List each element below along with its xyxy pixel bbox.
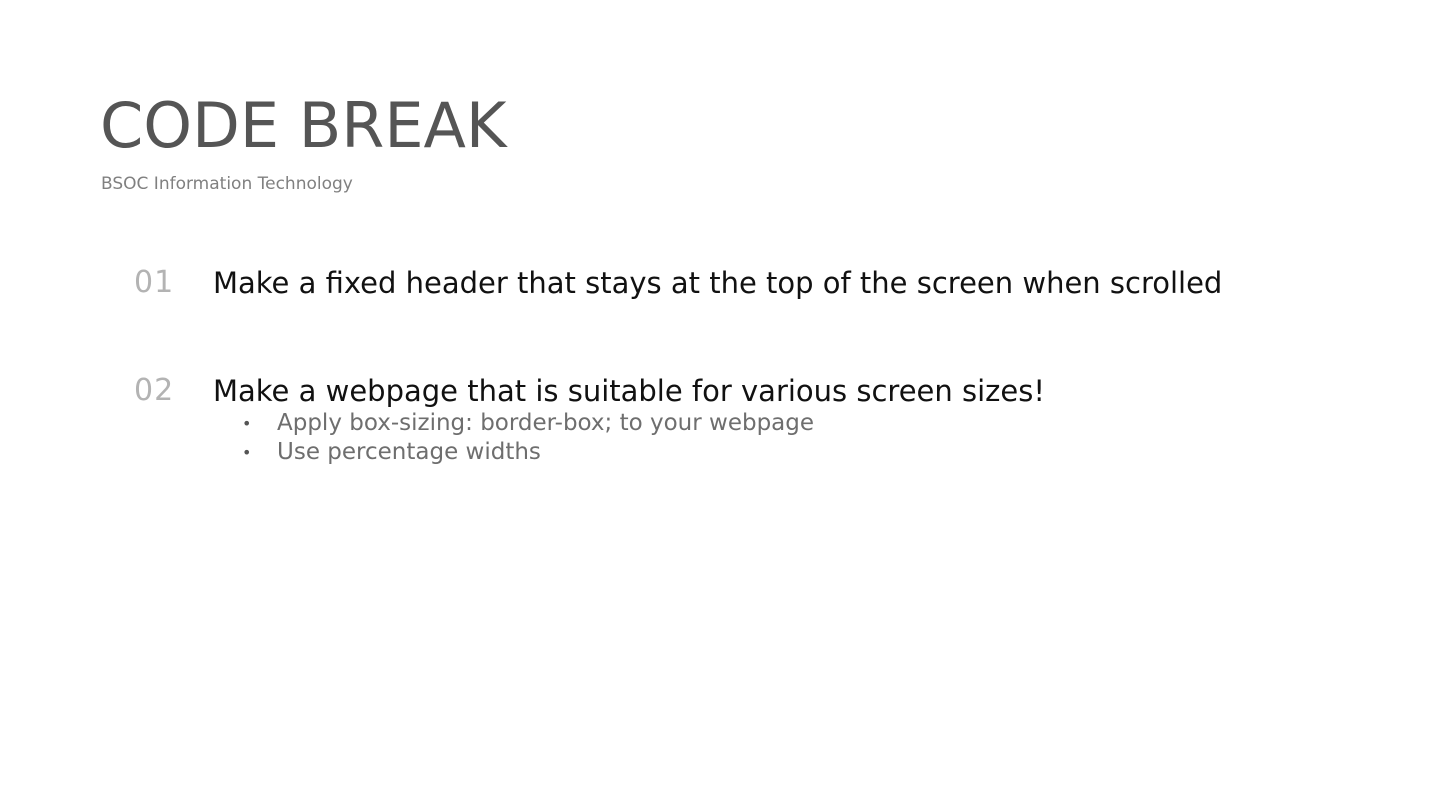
item-number: 01 xyxy=(134,265,175,300)
item-text: Make a fixed header that stays at the to… xyxy=(213,266,1223,300)
slide-title: CODE BREAK xyxy=(100,89,507,162)
sub-bullet-text: Apply box-sizing: border-box; to your we… xyxy=(277,410,815,436)
slide: CODE BREAK BSOC Information Technology 0… xyxy=(0,0,1440,808)
sub-bullet: • Use percentage widths xyxy=(242,438,814,467)
item-text: Make a webpage that is suitable for vari… xyxy=(213,374,1045,408)
item-number: 02 xyxy=(134,373,175,408)
sub-bullet-text: Use percentage widths xyxy=(277,439,541,465)
bullet-icon: • xyxy=(242,414,252,433)
sub-bullet: • Apply box-sizing: border-box; to your … xyxy=(242,409,814,438)
bullet-icon: • xyxy=(242,443,252,462)
sub-bullet-list: • Apply box-sizing: border-box; to your … xyxy=(242,409,814,467)
slide-subtitle: BSOC Information Technology xyxy=(101,174,353,194)
